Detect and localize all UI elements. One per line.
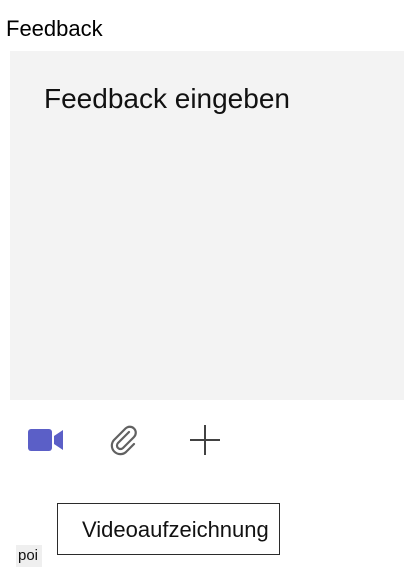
video-recording-button[interactable]	[24, 416, 68, 464]
section-title: Feedback	[6, 16, 103, 41]
feedback-toolbar	[10, 416, 404, 466]
tooltip-text: Videoaufzeichnung	[82, 517, 269, 542]
feedback-panel: Feedback Feedback eingeben poi Videoaufz…	[0, 0, 404, 575]
tooltip: Videoaufzeichnung	[57, 503, 280, 555]
plus-icon	[190, 425, 220, 455]
paperclip-icon	[110, 425, 137, 456]
feedback-input[interactable]: Feedback eingeben	[10, 51, 404, 400]
add-button[interactable]	[183, 416, 227, 464]
attach-file-button[interactable]	[102, 416, 146, 464]
feedback-placeholder: Feedback eingeben	[44, 83, 290, 114]
hint-label: poi	[16, 545, 43, 567]
video-camera-icon	[28, 429, 63, 451]
